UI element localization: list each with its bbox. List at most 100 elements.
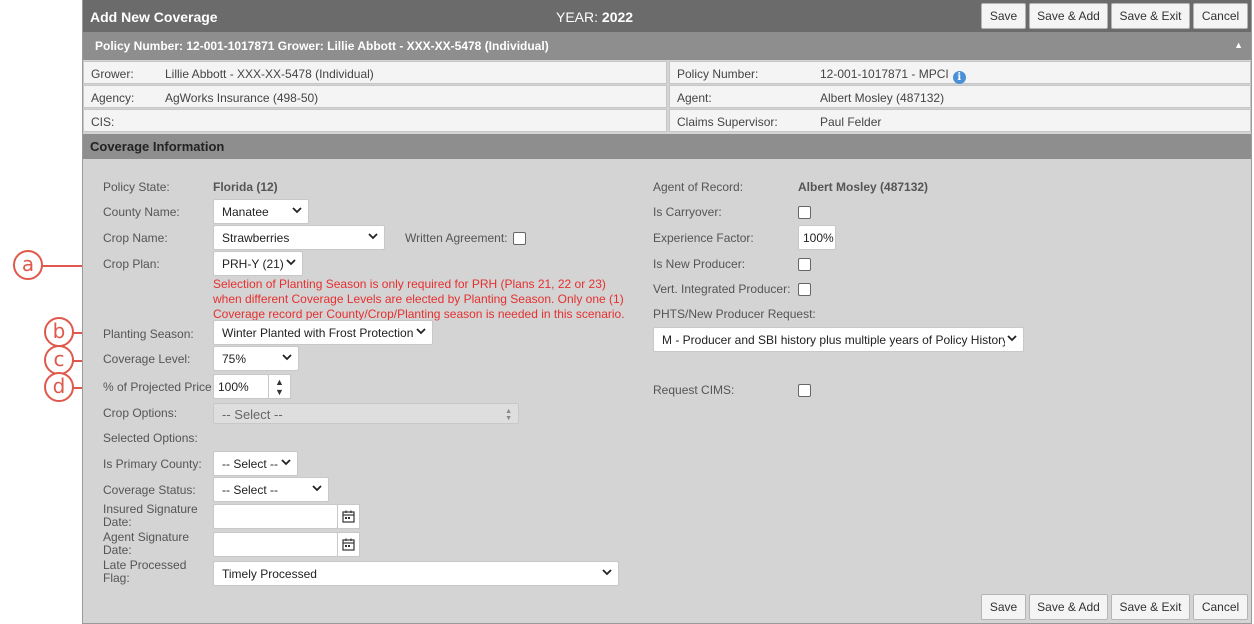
chevron-down-icon [600, 565, 614, 579]
stepper-down-icon[interactable]: ▼ [275, 387, 284, 397]
calendar-icon[interactable] [338, 504, 360, 529]
coverage-status-select-value: -- Select -- [222, 483, 279, 497]
crop-plan-select-value: PRH-Y (21) [222, 257, 284, 271]
cancel-button-bottom[interactable]: Cancel [1193, 594, 1248, 620]
primary-county-label: Is Primary County: [103, 457, 202, 471]
crop-plan-select[interactable]: PRH-Y (21) [213, 251, 303, 276]
insured-signature-label-line2: Date: [103, 515, 132, 529]
coverage-information-header: Coverage Information [83, 134, 1251, 159]
coverage-status-select[interactable]: -- Select -- [213, 477, 329, 502]
section-title: Coverage Information [90, 139, 225, 154]
county-select[interactable]: Manatee [213, 199, 309, 224]
chevron-down-icon [279, 455, 293, 469]
selected-options-label: Selected Options: [103, 431, 198, 445]
projected-price-stepper[interactable]: ▲ ▼ [269, 374, 291, 399]
projected-price-label: % of Projected Price [103, 380, 212, 394]
claims-supervisor-cell: Claims Supervisor: Paul Felder [669, 109, 1251, 132]
callout-b-circle: b [44, 317, 74, 347]
crop-plan-label: Crop Plan: [103, 257, 160, 271]
agent-of-record-label: Agent of Record: [653, 180, 744, 194]
year-display: YEAR: 2022 [556, 9, 633, 25]
coverage-status-label: Coverage Status: [103, 483, 196, 497]
agency-label: Agency: [91, 91, 135, 105]
late-processed-flag-value: Timely Processed [222, 567, 317, 581]
coverage-level-select-value: 75% [222, 352, 247, 366]
callout-a-circle: a [13, 250, 43, 280]
policy-number-cell: Policy Number: 12-001-1017871 - MPCI i [669, 61, 1251, 84]
year-label: YEAR: [556, 9, 599, 25]
stepper-up-icon[interactable]: ▲ [275, 377, 284, 387]
info-row-grower: Grower: Lillie Abbott - XXX-XX-5478 (Ind… [83, 61, 1251, 84]
claims-supervisor-value: Paul Felder [820, 115, 882, 129]
page-title: Add New Coverage [90, 9, 218, 25]
crop-name-select[interactable]: Strawberries [213, 225, 385, 250]
chevron-down-icon [280, 350, 294, 364]
written-agreement-label: Written Agreement: [405, 231, 508, 245]
save-add-button-bottom[interactable]: Save & Add [1029, 594, 1108, 620]
crop-options-label: Crop Options: [103, 406, 178, 420]
crop-name-label: Crop Name: [103, 231, 168, 245]
save-exit-button-bottom[interactable]: Save & Exit [1111, 594, 1190, 620]
claims-supervisor-label: Claims Supervisor: [677, 115, 778, 129]
vert-integrated-label: Vert. Integrated Producer: [653, 282, 791, 296]
planting-season-select[interactable]: Winter Planted with Frost Protection [213, 320, 433, 345]
policy-bar-text: Policy Number: 12-001-1017871 Grower: Li… [95, 39, 549, 53]
county-label: County Name: [103, 205, 180, 219]
experience-factor-input[interactable]: 100% [798, 225, 836, 250]
grower-cell: Grower: Lillie Abbott - XXX-XX-5478 (Ind… [83, 61, 667, 84]
agent-of-record-value: Albert Mosley (487132) [798, 180, 929, 194]
policy-state-label: Policy State: [103, 180, 170, 194]
save-button-top[interactable]: Save [981, 3, 1026, 29]
callout-c-circle: c [44, 345, 74, 375]
add-coverage-panel: Add New Coverage YEAR: 2022 Save Save & … [82, 0, 1252, 624]
policy-bar[interactable]: Policy Number: 12-001-1017871 Grower: Li… [83, 32, 1251, 60]
phts-select[interactable]: M - Producer and SBI history plus multip… [653, 327, 1024, 352]
crop-options-select-value: -- Select -- [222, 407, 283, 422]
agent-value: Albert Mosley (487132) [820, 91, 945, 105]
policy-number-value-wrap: 12-001-1017871 - MPCI i [820, 67, 966, 84]
grower-label: Grower: [91, 67, 134, 81]
chevron-down-icon [310, 481, 324, 495]
policy-state-value: Florida (12) [213, 180, 278, 194]
planting-season-warning: Selection of Planting Season is only req… [213, 277, 625, 321]
late-processed-flag-select[interactable]: Timely Processed [213, 561, 619, 586]
cancel-button-top[interactable]: Cancel [1193, 3, 1248, 29]
vert-integrated-checkbox[interactable] [798, 283, 811, 296]
grower-value: Lillie Abbott - XXX-XX-5478 (Individual) [165, 67, 374, 81]
insured-signature-date-input[interactable] [213, 504, 338, 529]
agent-signature-label-line2: Date: [103, 543, 132, 557]
select-updown-icon: ▲ ▼ [505, 408, 512, 422]
cis-cell: CIS: [83, 109, 667, 132]
calendar-icon[interactable] [338, 532, 360, 557]
written-agreement-checkbox[interactable] [513, 232, 526, 245]
experience-factor-label: Experience Factor: [653, 231, 754, 245]
agency-cell: Agency: AgWorks Insurance (498-50) [83, 85, 667, 108]
info-icon[interactable]: i [952, 71, 966, 84]
projected-price-input[interactable]: 100% [213, 374, 269, 399]
planting-season-label: Planting Season: [103, 327, 194, 341]
agent-cell: Agent: Albert Mosley (487132) [669, 85, 1251, 108]
phts-select-value: M - Producer and SBI history plus multip… [662, 333, 1009, 347]
primary-county-select[interactable]: -- Select -- [213, 451, 298, 476]
insured-signature-label-line1: Insured Signature [103, 502, 198, 516]
save-button-bottom[interactable]: Save [981, 594, 1026, 620]
primary-county-select-value: -- Select -- [222, 457, 279, 471]
save-add-button-top[interactable]: Save & Add [1029, 3, 1108, 29]
crop-name-select-value: Strawberries [222, 231, 290, 245]
info-row-agency: Agency: AgWorks Insurance (498-50) Agent… [83, 85, 1251, 108]
collapse-caret-icon[interactable]: ▲ [1234, 40, 1243, 50]
title-bar: Add New Coverage YEAR: 2022 Save Save & … [83, 0, 1251, 32]
crop-options-select[interactable]: -- Select -- ▲ ▼ [213, 403, 519, 424]
county-select-value: Manatee [222, 205, 269, 219]
agent-signature-date-input[interactable] [213, 532, 338, 557]
new-producer-label: Is New Producer: [653, 257, 746, 271]
new-producer-checkbox[interactable] [798, 258, 811, 271]
late-processed-label-line2: Flag: [103, 571, 130, 585]
year-value: 2022 [601, 9, 634, 25]
coverage-level-label: Coverage Level: [103, 352, 191, 366]
request-cims-checkbox[interactable] [798, 384, 811, 397]
cis-label: CIS: [91, 115, 115, 129]
carryover-checkbox[interactable] [798, 206, 811, 219]
save-exit-button-top[interactable]: Save & Exit [1111, 3, 1190, 29]
coverage-level-select[interactable]: 75% [213, 346, 299, 371]
